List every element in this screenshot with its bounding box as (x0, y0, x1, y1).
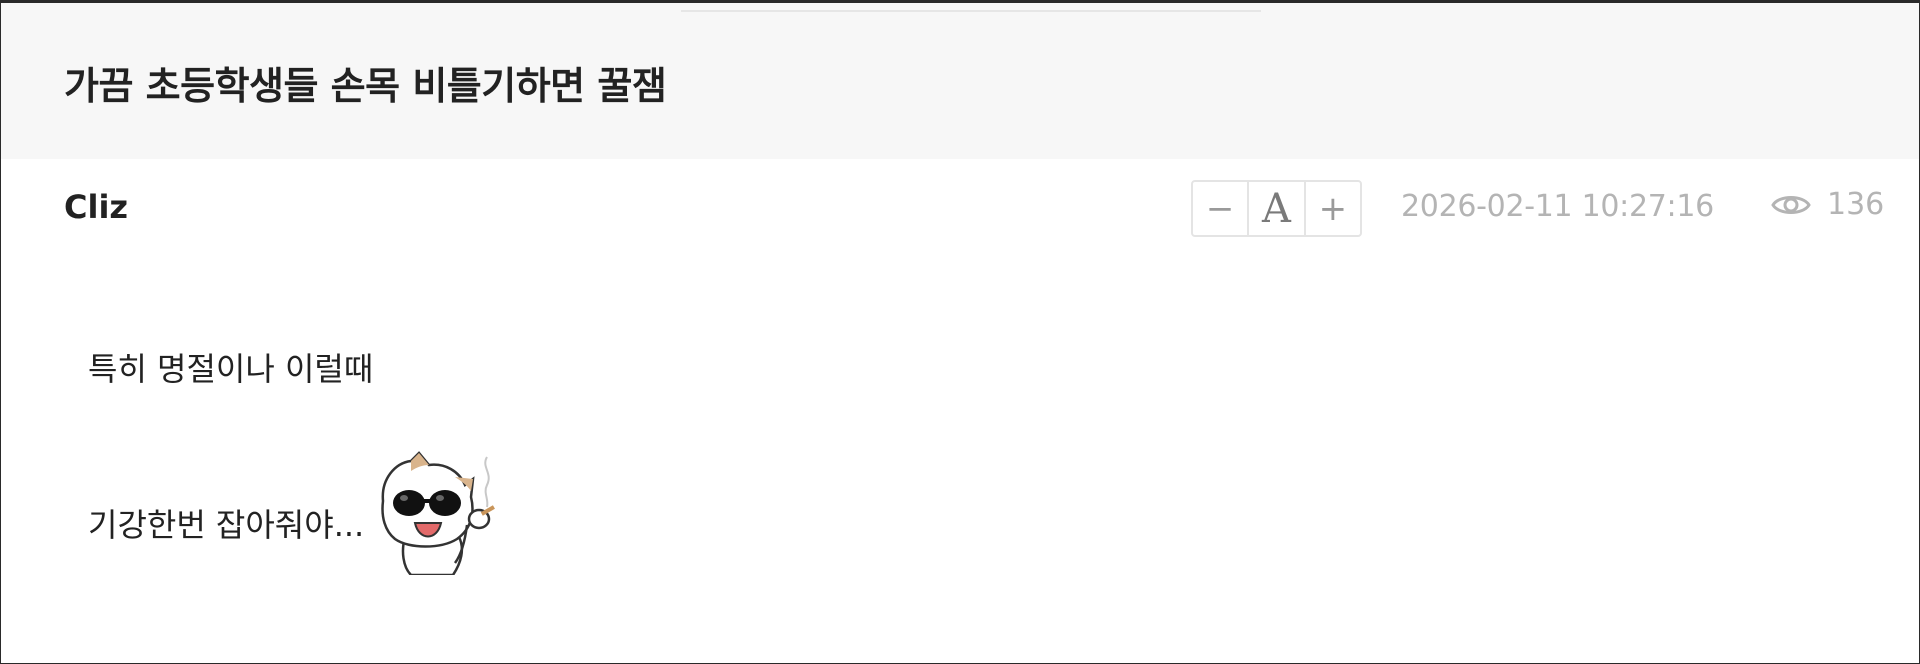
font-size-control: − A + (1191, 180, 1362, 237)
divider (681, 10, 1261, 12)
post-datetime: 2026-02-11 10:27:16 (1401, 189, 1714, 224)
post-meta: Cliz − A + 2026-02-11 10:27:16 136 (1, 159, 1919, 259)
post-body: 특히 명절이나 이럴때 기강한번 잡아줘야... (88, 350, 1788, 577)
eye-icon (1771, 189, 1811, 221)
cat-sunglasses-sticker (375, 451, 505, 577)
font-reset-button[interactable]: A (1247, 182, 1303, 235)
body-line: 특히 명절이나 이럴때 (88, 350, 374, 388)
author-name[interactable]: Cliz (64, 188, 128, 226)
post-page: 가끔 초등학생들 손목 비틀기하면 꿀잼 Cliz − A + 2026-02-… (0, 0, 1920, 664)
view-count: 136 (1771, 187, 1884, 222)
title-bar: 가끔 초등학생들 손목 비틀기하면 꿀잼 (1, 3, 1919, 159)
post-title: 가끔 초등학생들 손목 비틀기하면 꿀잼 (64, 64, 667, 108)
font-increase-button[interactable]: + (1303, 182, 1360, 235)
view-count-value: 136 (1827, 187, 1885, 222)
body-line: 기강한번 잡아줘야... (88, 506, 365, 544)
font-decrease-button[interactable]: − (1193, 182, 1247, 235)
